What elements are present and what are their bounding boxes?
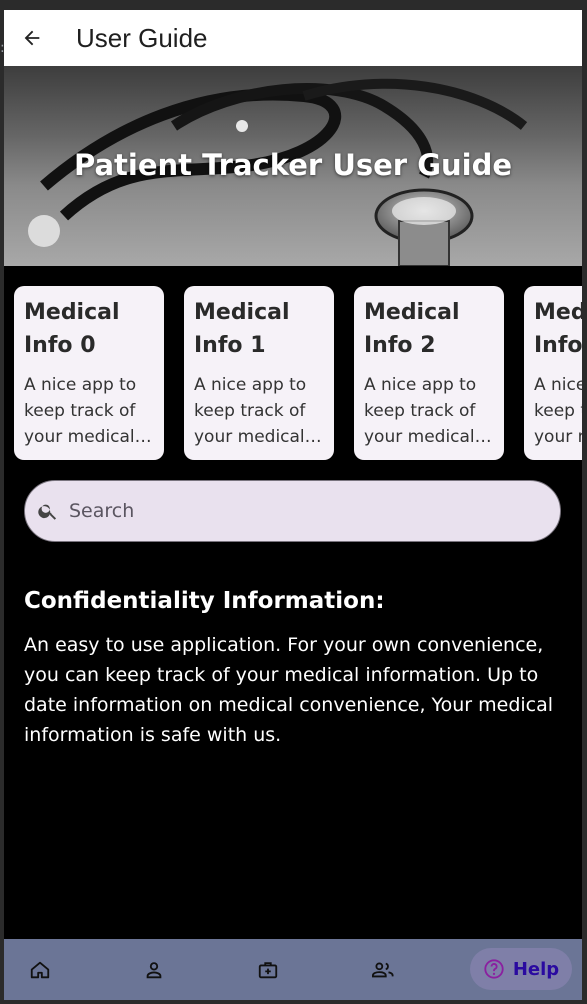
card-title: Medical Info 0 [24, 300, 120, 358]
card-title: Medical Info 3 [534, 300, 582, 358]
confidentiality-text: An easy to use application. For your own… [24, 634, 554, 746]
person-icon [146, 962, 162, 979]
card-body: A nice app to keep track of your medical… [24, 375, 137, 447]
back-button[interactable] [4, 10, 60, 66]
card-body: A nice app to keep track of your medical… [194, 375, 307, 447]
card-title: Medical Info 2 [364, 300, 460, 358]
hero-title: Patient Tracker User Guide [73, 148, 513, 182]
nav-item-home[interactable] [26, 956, 54, 984]
help-circle-icon [484, 959, 504, 979]
nav-item-medical[interactable] [254, 956, 282, 984]
help-label: Help [512, 958, 560, 980]
nav-item-people[interactable] [369, 956, 397, 984]
page-title: User Guide [76, 22, 208, 53]
help-button[interactable]: Help [470, 948, 572, 990]
confidentiality-heading: Confidentiality Information: [24, 588, 385, 614]
info-card[interactable]: Medical Info 2 A nice app to keep track … [354, 286, 504, 460]
info-card[interactable]: Medical Info 0 A nice app to keep track … [14, 286, 164, 460]
card-body: A nice app to keep track of your medical… [364, 375, 477, 447]
card-body: A nice app to keep track of your medical… [534, 375, 582, 447]
app-bar: User Guide [4, 10, 582, 66]
people-icon [372, 962, 394, 978]
nav-item-profile[interactable] [140, 956, 168, 984]
search-bar[interactable] [24, 480, 561, 542]
hero-banner: Patient Tracker User Guide [4, 66, 582, 266]
arrow-back-icon [24, 30, 40, 46]
search-input[interactable] [67, 499, 531, 523]
search-icon [38, 504, 57, 520]
info-card[interactable]: Medical Info 1 A nice app to keep track … [184, 286, 334, 460]
bottom-navigation: Help [4, 939, 582, 1000]
app-screen: User Guide Patient Tracker User Guide Me… [4, 10, 582, 1000]
info-card-carousel[interactable]: Medical Info 0 A nice app to keep track … [14, 286, 582, 462]
info-card[interactable]: Medical Info 3 A nice app to keep track … [524, 286, 582, 460]
home-icon [30, 961, 50, 979]
card-title: Medical Info 1 [194, 300, 290, 358]
medical-kit-icon [258, 962, 278, 979]
